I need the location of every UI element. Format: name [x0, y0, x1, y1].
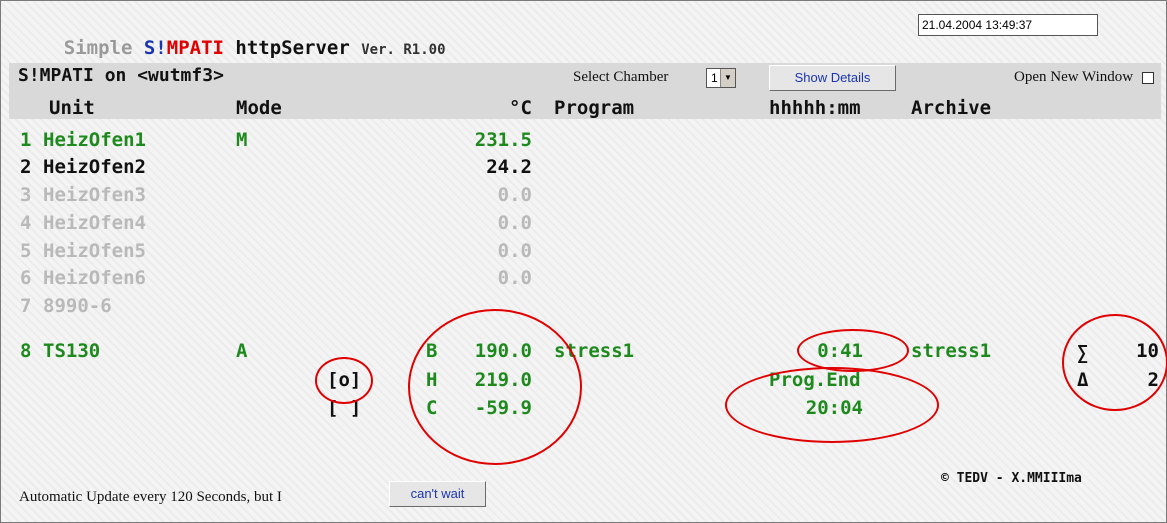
unit-name: HeizOfen5 — [43, 240, 146, 262]
unit-num: 6 — [20, 267, 32, 289]
copyright-text: © TEDV - X.MMIIIma — [941, 471, 1082, 486]
unit-name: HeizOfen3 — [43, 184, 146, 206]
unit-num: 7 — [20, 295, 32, 317]
title-simple: Simple — [63, 37, 144, 59]
col-time: hhhhh:mm — [769, 97, 861, 119]
open-new-window-label: Open New Window — [1014, 69, 1134, 85]
chevron-down-icon[interactable]: ▼ — [720, 69, 735, 87]
archive-name: stress1 — [911, 340, 992, 362]
chamber-select-value: 1 — [711, 71, 718, 85]
unit-mode: M — [236, 129, 248, 151]
unit-mode: A — [236, 340, 248, 362]
unit-temp: 231.5 — [474, 129, 532, 151]
annotation-circle-counts — [1062, 314, 1167, 411]
unit-num: 5 — [20, 240, 32, 262]
title-pati: PATI — [178, 37, 224, 59]
annotation-circle-time — [797, 329, 909, 372]
unit-name: HeizOfen6 — [43, 267, 146, 289]
unit-temp: 0.0 — [497, 212, 532, 234]
select-chamber-label: Select Chamber — [573, 69, 669, 85]
annotation-circle-status — [315, 357, 373, 404]
unit-num: 2 — [20, 156, 32, 178]
annotation-circle-prog-end — [725, 367, 939, 443]
unit-temp: 0.0 — [497, 240, 532, 262]
cant-wait-button[interactable]: can't wait — [389, 481, 486, 507]
server-label: S!MPATI on <wutmf3> — [18, 65, 224, 86]
show-details-button[interactable]: Show Details — [769, 65, 896, 91]
col-program: Program — [554, 97, 635, 119]
col-mode: Mode — [236, 97, 282, 119]
unit-name: HeizOfen1 — [43, 129, 146, 151]
unit-name: HeizOfen4 — [43, 212, 146, 234]
title-rest: httpServer — [223, 37, 362, 59]
unit-num: 1 — [20, 129, 32, 151]
unit-name: HeizOfen2 — [43, 156, 146, 178]
auto-update-text: Automatic Update every 120 Seconds, but … — [19, 489, 282, 505]
title-m: M — [166, 37, 179, 59]
title-s: S! — [143, 37, 167, 59]
page-frame: Simple S!MPATI httpServer Ver. R1.00 21.… — [0, 0, 1167, 523]
unit-temp: 0.0 — [497, 267, 532, 289]
unit-name: TS130 — [43, 340, 101, 362]
col-archive: Archive — [911, 97, 992, 119]
unit-temp: 24.2 — [486, 156, 532, 178]
annotation-circle-temps — [408, 309, 582, 465]
col-unit: Unit — [49, 97, 95, 119]
unit-temp: 0.0 — [497, 184, 532, 206]
open-new-window-checkbox[interactable] — [1142, 72, 1154, 84]
datetime-field[interactable]: 21.04.2004 13:49:37 — [918, 14, 1098, 36]
chamber-select[interactable]: 1 ▼ — [706, 68, 736, 88]
unit-num: 8 — [20, 340, 32, 362]
unit-num: 3 — [20, 184, 32, 206]
title-version: Ver. R1.00 — [361, 42, 446, 58]
unit-num: 4 — [20, 212, 32, 234]
unit-name: 8990-6 — [43, 295, 112, 317]
col-temp: °C — [509, 97, 532, 119]
